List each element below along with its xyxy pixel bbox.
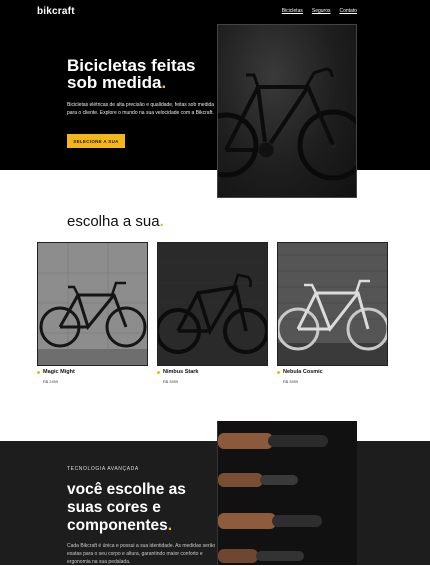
product-name-magic-might[interactable]: Magic Might (37, 369, 75, 375)
product-image-nebula-cosmic[interactable] (277, 242, 388, 366)
nav-link-seguros[interactable]: Seguros (312, 8, 331, 14)
product-price: R$ 3999 (283, 379, 299, 384)
product-name-nimbus-stark[interactable]: Nimbus Stark (157, 369, 198, 375)
product-name-text: Magic Might (43, 369, 75, 375)
nav-link-bicicletas[interactable]: Bicicletas (282, 8, 303, 14)
tech-description: Cada Bikcraft é única e possui a sua ide… (67, 543, 216, 565)
bullet-icon (277, 370, 280, 374)
handlebar-grips-illustration (218, 421, 357, 565)
product-image-magic-might[interactable] (37, 242, 148, 366)
tech-title: você escolhe as suas cores e componentes… (67, 481, 222, 535)
product-price: R$ 3999 (163, 379, 179, 384)
hero-title-text: Bicicletas feitas sob medida (67, 56, 196, 92)
hero-title-dot: . (161, 73, 167, 92)
hero-title: Bicicletas feitas sob medida. (67, 57, 217, 91)
product-name-text: Nebula Cosmic (283, 369, 323, 375)
tech-kicker: TECNOLOGIA AVANÇADA (67, 466, 139, 472)
nav-link-contato[interactable]: Contato (339, 8, 357, 14)
bike-illustration (38, 243, 147, 365)
main-nav: Bicicletas Seguros Contato (282, 8, 357, 14)
bike-illustration (278, 243, 387, 365)
product-price: R$ 2499 (43, 379, 59, 384)
bike-illustration (158, 243, 267, 365)
logo[interactable]: bikcraft (37, 6, 75, 17)
product-name-nebula-cosmic[interactable]: Nebula Cosmic (277, 369, 323, 375)
tech-title-dot: . (167, 517, 173, 534)
choose-title-dot: . (159, 213, 164, 230)
bullet-icon (37, 370, 40, 374)
hero-description: Bicicletas elétricas de alta precisão e … (67, 102, 215, 116)
choose-title: escolha a sua. (67, 213, 164, 230)
bike-illustration (218, 67, 356, 181)
choose-title-text: escolha a sua (67, 213, 160, 230)
hero-bike-image (217, 24, 357, 198)
product-image-nimbus-stark[interactable] (157, 242, 268, 366)
components-image (217, 421, 357, 565)
bullet-icon (157, 370, 160, 374)
select-bike-button[interactable]: SELECIONE A SUA (67, 134, 125, 148)
product-name-text: Nimbus Stark (163, 369, 199, 375)
